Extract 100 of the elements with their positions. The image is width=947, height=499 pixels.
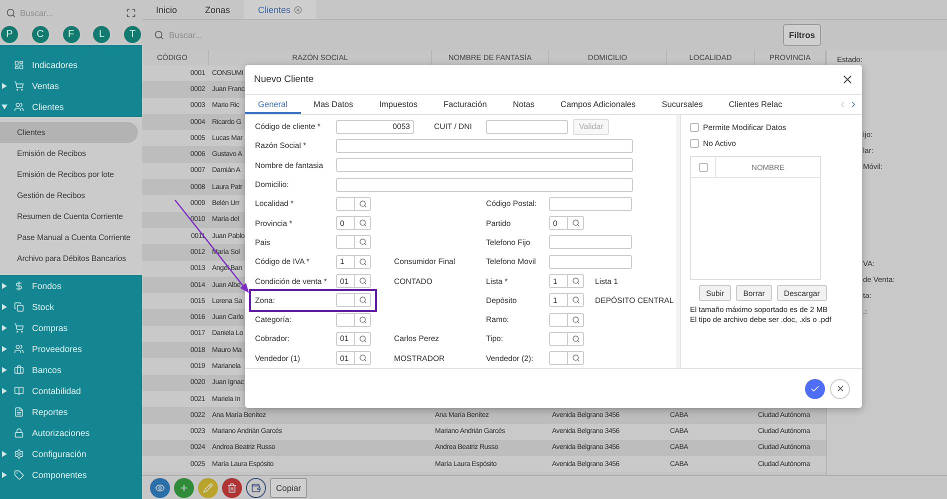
lookup-button[interactable]: [355, 254, 371, 269]
search-icon: [154, 30, 164, 40]
tab[interactable]: Facturación: [430, 95, 500, 114]
submenu-item[interactable]: Pase Manual a Cuenta Corriente: [0, 227, 138, 248]
search-icon: [572, 316, 580, 324]
delete-button[interactable]: [222, 478, 242, 498]
search-icon: [572, 296, 580, 304]
lookup-button[interactable]: [355, 293, 371, 308]
input-field[interactable]: [336, 158, 633, 172]
lookup-field[interactable]: [336, 293, 355, 308]
lookup-button[interactable]: [355, 312, 371, 327]
cancel-button[interactable]: [830, 378, 850, 398]
shortcut-button[interactable]: P: [1, 26, 18, 42]
checkbox[interactable]: [698, 162, 708, 172]
caret-icon: [2, 388, 7, 394]
search-icon: [572, 334, 580, 343]
confirm-button[interactable]: [805, 378, 825, 398]
submenu-item[interactable]: Emisión de Recibos por lote: [0, 164, 138, 185]
users-icon: [14, 344, 24, 354]
caret-icon: [2, 366, 7, 372]
lookup-button[interactable]: [355, 216, 371, 230]
tab[interactable]: Campos Adicionales: [548, 95, 649, 114]
tab[interactable]: Clientes: [244, 0, 316, 19]
submenu-item[interactable]: Archivo para Débitos Bancarios: [0, 248, 138, 269]
add-button[interactable]: [174, 478, 194, 498]
menu-item[interactable]: Componentes: [0, 464, 87, 485]
lookup-field[interactable]: [549, 332, 568, 346]
lookup-button[interactable]: [355, 351, 371, 366]
lookup-button[interactable]: [568, 312, 584, 327]
lookup-field[interactable]: [549, 312, 568, 327]
input-field[interactable]: [549, 235, 632, 250]
caret-icon: [2, 82, 7, 88]
copy-button[interactable]: Copiar: [270, 478, 308, 498]
search-field[interactable]: Buscar...: [20, 8, 110, 18]
users-icon: [14, 102, 24, 112]
menu-item[interactable]: Autorizaciones: [0, 422, 90, 443]
close-icon[interactable]: [294, 6, 302, 14]
tab[interactable]: Clientes Relac: [716, 95, 796, 114]
shortcut-button[interactable]: F: [62, 26, 80, 42]
lookup-field[interactable]: [549, 351, 568, 366]
lookup-button[interactable]: [355, 332, 371, 346]
tab[interactable]: Notas: [500, 95, 548, 114]
lookup-field[interactable]: [336, 196, 355, 211]
shortcut-button[interactable]: L: [93, 26, 110, 42]
input-field[interactable]: [336, 178, 633, 192]
cart-icon: [14, 80, 24, 90]
lookup-field[interactable]: [336, 235, 355, 250]
menu-item[interactable]: Stock: [0, 296, 54, 317]
tab[interactable]: Mas Datos: [300, 95, 366, 114]
menu-item[interactable]: Bancos: [0, 359, 62, 380]
checkbox[interactable]: [690, 138, 699, 148]
menu-item[interactable]: Reportes: [0, 401, 68, 422]
lookup-button[interactable]: [355, 235, 371, 250]
lookup-field[interactable]: [336, 312, 355, 327]
checkbox[interactable]: [690, 122, 699, 132]
submenu-item[interactable]: Gestión de Recibos: [0, 185, 138, 206]
menu-item[interactable]: Clientes: [0, 96, 64, 117]
input-field[interactable]: [336, 138, 633, 153]
lookup-button[interactable]: [568, 216, 584, 230]
menu-item[interactable]: Ventas: [0, 75, 59, 96]
menu-item[interactable]: Compras: [0, 317, 68, 338]
caret-icon: [2, 282, 7, 288]
lookup-button[interactable]: [568, 351, 584, 366]
lookup-button[interactable]: [568, 332, 584, 346]
pencil-icon: [203, 482, 213, 492]
caret-icon: [2, 324, 7, 330]
tab[interactable]: General: [245, 95, 301, 114]
settings-icon: [14, 448, 24, 458]
filters-button[interactable]: Filtros: [783, 24, 821, 46]
input-field[interactable]: [549, 254, 632, 269]
lookup-button[interactable]: [355, 274, 371, 288]
tab[interactable]: Impuestos: [366, 95, 430, 114]
submenu-item[interactable]: Resumen de Cuenta Corriente: [0, 206, 138, 227]
caret-icon: [2, 304, 7, 310]
caret-icon: [2, 346, 7, 352]
close-button[interactable]: [841, 73, 854, 86]
menu-item[interactable]: Configuración: [0, 443, 86, 464]
tab[interactable]: Inicio: [142, 0, 192, 19]
submenu-item[interactable]: Clientes: [0, 122, 138, 143]
dashboard-icon: [14, 60, 24, 70]
wallet-button[interactable]: [246, 478, 266, 498]
lookup-button[interactable]: [355, 196, 371, 211]
tab[interactable]: Sucursales: [648, 95, 716, 114]
chevron-right-icon[interactable]: [849, 100, 858, 109]
shortcut-button[interactable]: T: [124, 26, 141, 42]
submenu-item[interactable]: Emisión de Recibos: [0, 143, 138, 164]
menu-item[interactable]: Proveedores: [0, 338, 82, 359]
fullscreen-icon[interactable]: [126, 8, 136, 18]
input-field[interactable]: [486, 120, 568, 134]
menu-item[interactable]: Indicadores: [0, 54, 78, 75]
lookup-button[interactable]: [568, 293, 584, 308]
input-field[interactable]: [549, 196, 632, 211]
view-button[interactable]: [150, 478, 170, 498]
menu-item[interactable]: Fondos: [0, 275, 62, 296]
tab[interactable]: Zonas: [191, 0, 244, 19]
caret-icon: [2, 104, 8, 109]
menu-item[interactable]: Contabilidad: [0, 380, 81, 401]
check-icon: [810, 384, 820, 394]
lookup-button[interactable]: [568, 274, 584, 288]
shortcut-button[interactable]: C: [32, 26, 49, 42]
